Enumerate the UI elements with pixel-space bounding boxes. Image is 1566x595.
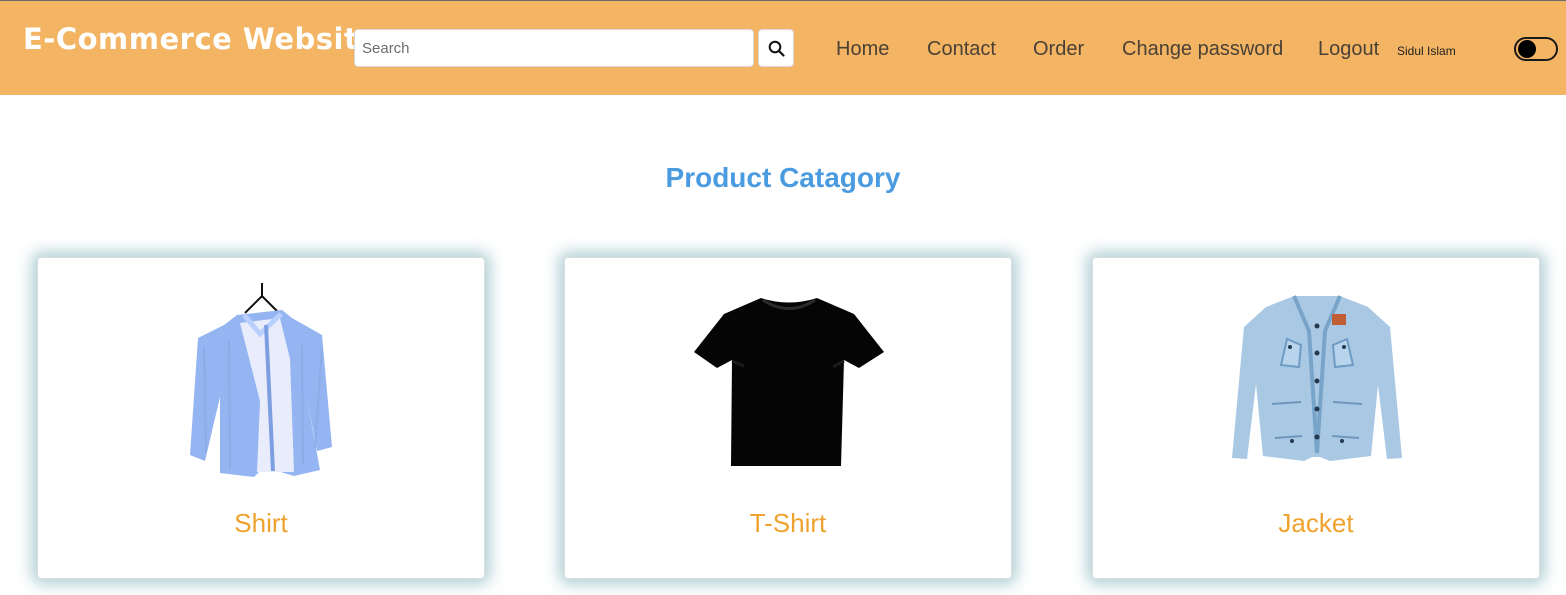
category-card-jacket[interactable]: Jacket: [1092, 257, 1540, 579]
category-card-shirt[interactable]: Shirt: [37, 257, 485, 579]
search-icon: [768, 40, 785, 57]
nav-logout-link[interactable]: Logout: [1318, 38, 1379, 61]
category-card-tshirt[interactable]: T-Shirt: [564, 257, 1012, 579]
toggle-knob: [1518, 40, 1536, 58]
nav-change-password-link[interactable]: Change password: [1122, 38, 1283, 61]
category-label-jacket: Jacket: [1278, 508, 1354, 538]
t-shirt-image: [694, 298, 884, 466]
username: Sidul Islam: [1397, 44, 1456, 58]
category-label-shirt: Shirt: [234, 508, 288, 538]
nav-order-link[interactable]: Order: [1033, 38, 1084, 61]
shirt-image: [190, 283, 332, 477]
search-input[interactable]: [354, 29, 754, 67]
search-form: [354, 29, 794, 67]
jacket-image: [1232, 295, 1402, 461]
brand-logo[interactable]: E-Commerce Website: [23, 22, 379, 56]
nav-contact-link[interactable]: Contact: [927, 38, 996, 61]
search-button[interactable]: [758, 29, 794, 67]
navbar: E-Commerce Website Home Contact Order Ch…: [0, 0, 1566, 95]
nav-home-link[interactable]: Home: [836, 38, 889, 61]
category-label-tshirt: T-Shirt: [749, 508, 827, 538]
page-title: Product Catagory: [665, 161, 901, 193]
theme-toggle[interactable]: [1514, 37, 1558, 61]
